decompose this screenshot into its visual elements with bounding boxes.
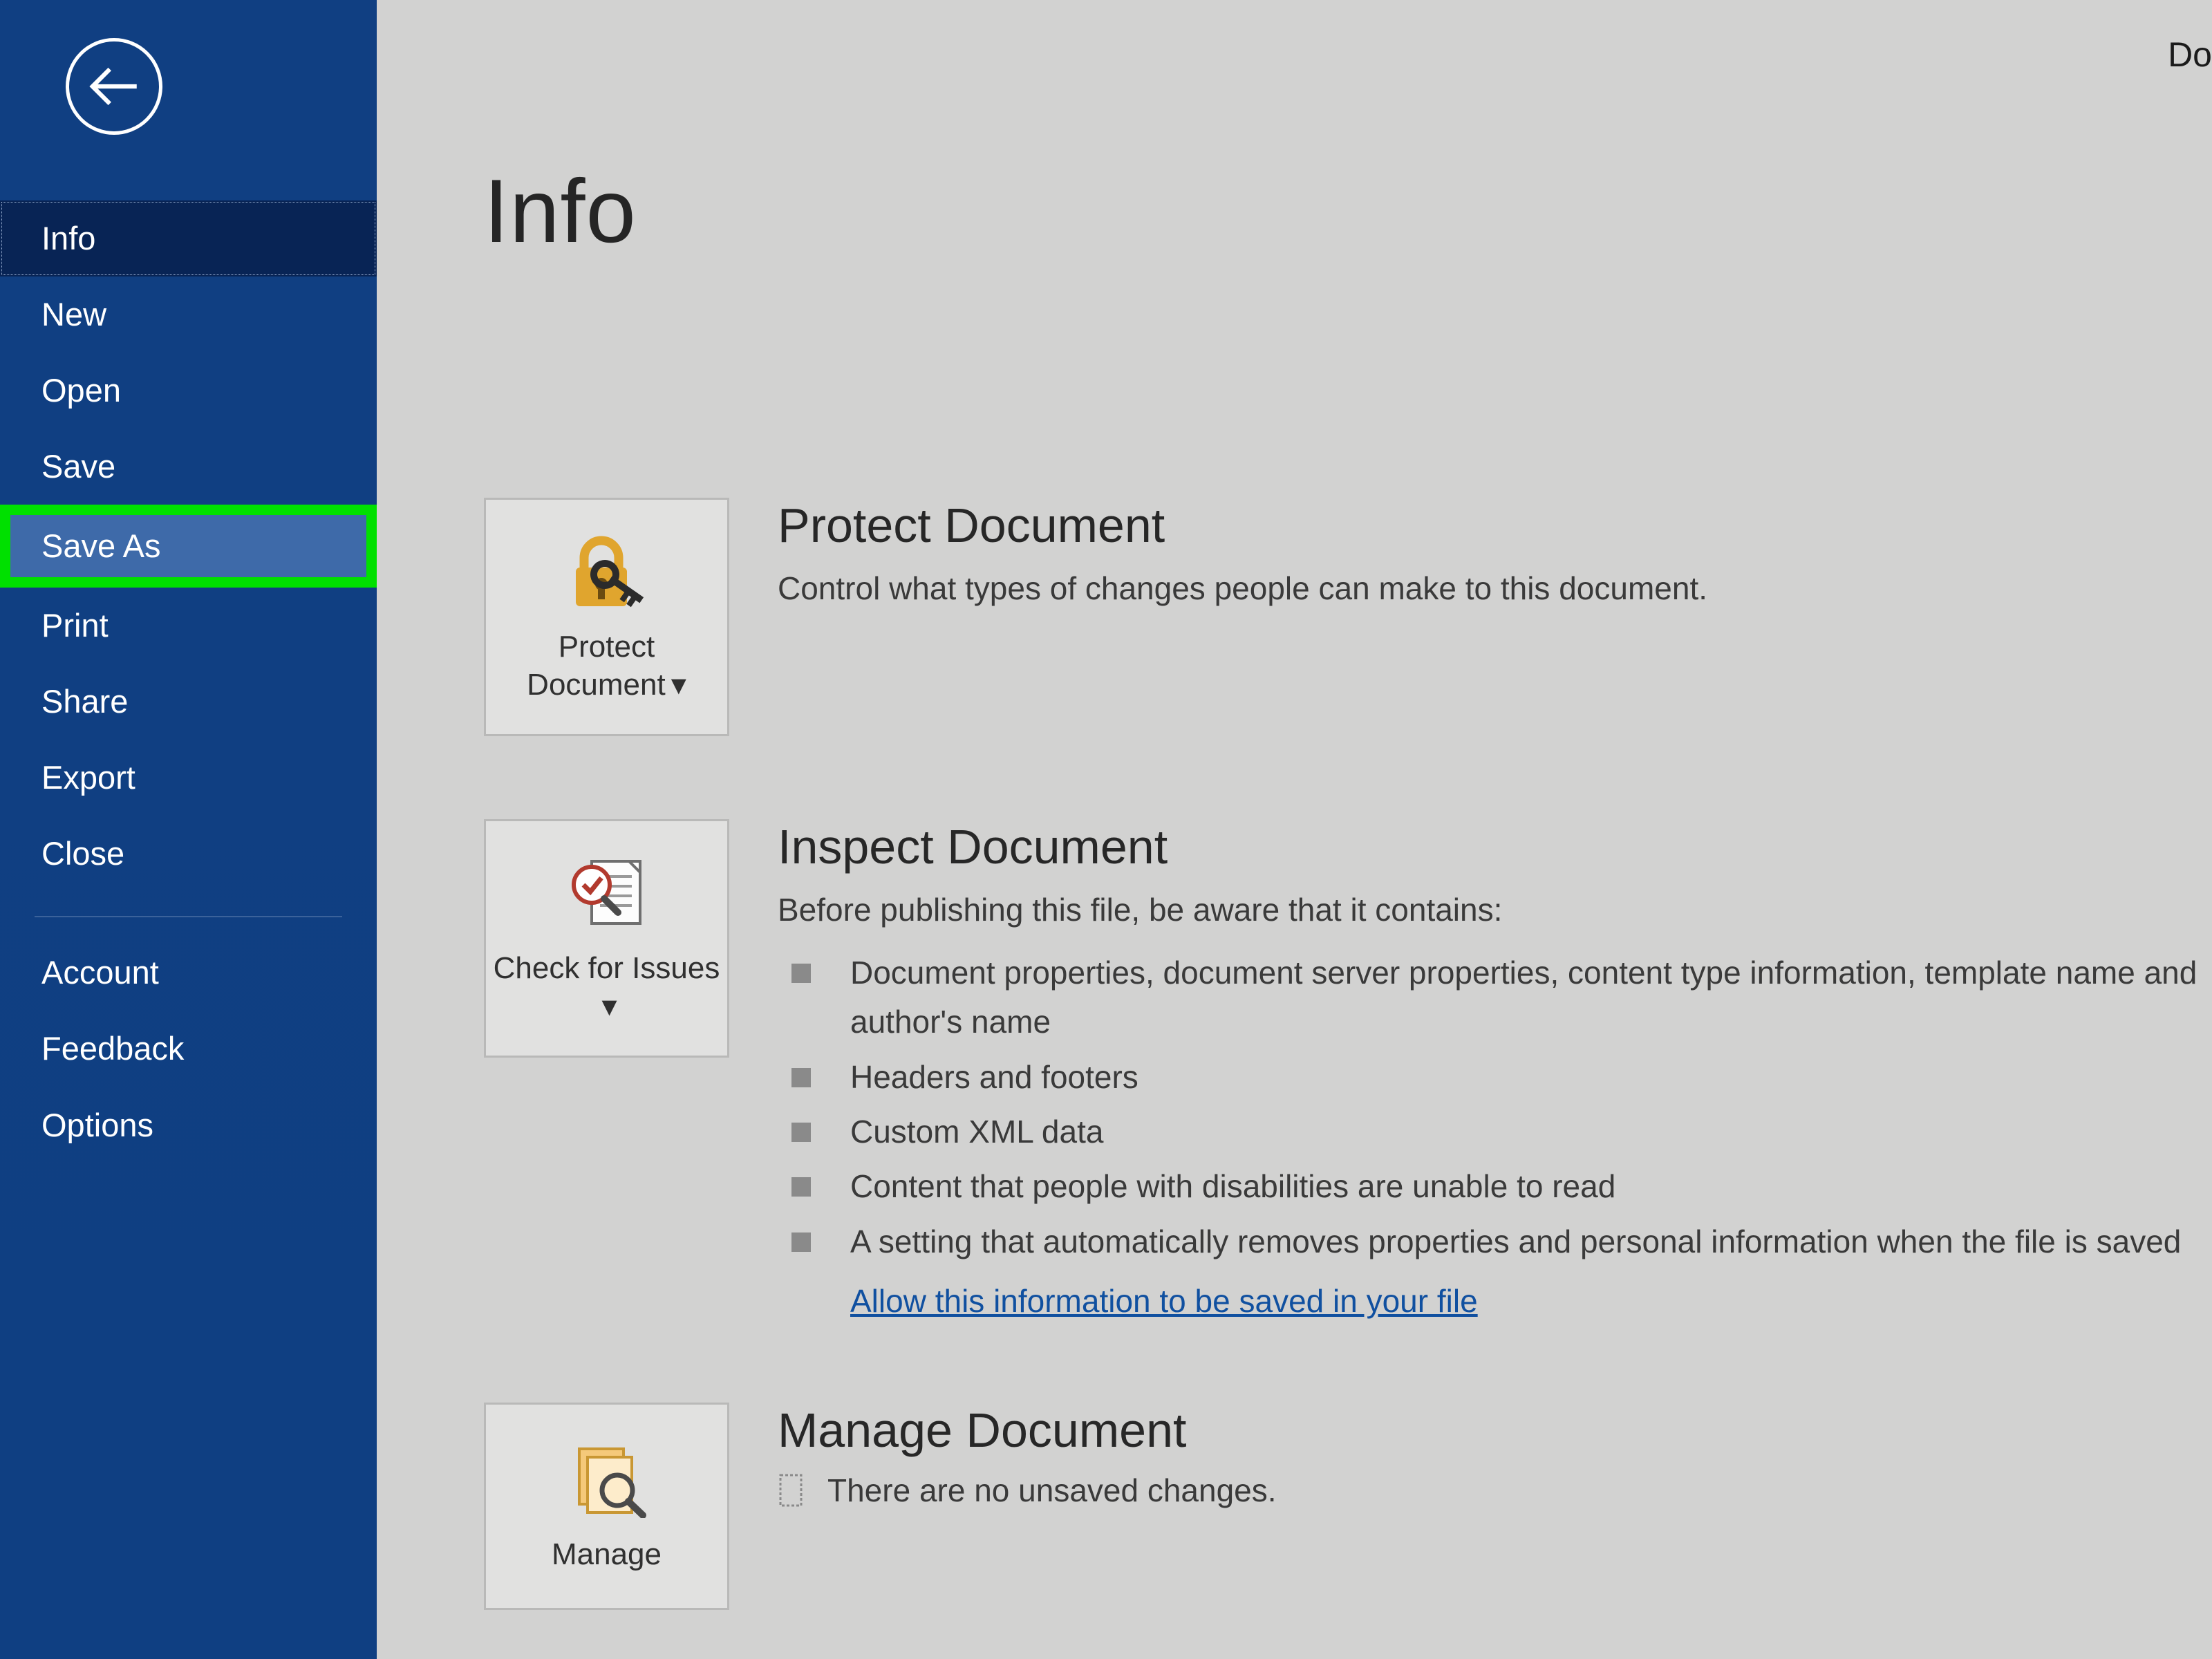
sidebar-item-open[interactable]: Open [0, 353, 377, 429]
protect-body: Protect Document Control what types of c… [778, 498, 2212, 610]
page-title: Info [484, 159, 2212, 263]
chevron-down-icon: ▾ [671, 666, 686, 704]
lock-key-icon [562, 534, 652, 610]
list-item: A setting that automatically removes pro… [778, 1217, 2198, 1266]
section-manage: Manage Manage Document There are no unsa… [484, 1403, 2212, 1610]
info-sections: Protect Document▾ Protect Document Contr… [484, 498, 2212, 1610]
inspect-heading: Inspect Document [778, 819, 2198, 874]
protect-desc: Control what types of changes people can… [778, 567, 2198, 610]
tile-label-text: Protect Document [527, 630, 666, 702]
sidebar-item-options[interactable]: Options [0, 1087, 377, 1163]
sidebar-item-print[interactable]: Print [0, 588, 377, 664]
protect-document-tile[interactable]: Protect Document▾ [484, 498, 729, 736]
sidebar-item-save-as[interactable]: Save As [10, 515, 366, 577]
documents-magnifier-icon [559, 1442, 655, 1518]
sidebar-divider [35, 916, 342, 917]
sidebar-item-share[interactable]: Share [0, 664, 377, 740]
main-panel: Do Info [377, 0, 2212, 1659]
tutorial-highlight: Save As [0, 505, 377, 588]
sidebar-item-feedback[interactable]: Feedback [0, 1011, 377, 1087]
sidebar-item-info[interactable]: Info [0, 200, 377, 276]
sidebar-item-close[interactable]: Close [0, 816, 377, 892]
tile-label-text: Manage [552, 1537, 662, 1571]
inspect-bullet-list: Document properties, document server pro… [778, 948, 2198, 1266]
list-item: Custom XML data [778, 1107, 2198, 1156]
sidebar-item-account[interactable]: Account [0, 935, 377, 1011]
tile-label: Manage [552, 1535, 662, 1573]
back-arrow-icon [87, 59, 141, 113]
section-protect: Protect Document▾ Protect Document Contr… [484, 498, 2212, 736]
manage-status-row: There are no unsaved changes. [778, 1472, 2198, 1509]
manage-heading: Manage Document [778, 1403, 2198, 1458]
sidebar-item-new[interactable]: New [0, 276, 377, 353]
protect-heading: Protect Document [778, 498, 2198, 553]
list-item: Content that people with disabilities ar… [778, 1162, 2198, 1211]
manage-body: Manage Document There are no unsaved cha… [778, 1403, 2212, 1509]
document-outline-icon [778, 1472, 807, 1508]
inspect-body: Inspect Document Before publishing this … [778, 819, 2212, 1320]
check-for-issues-tile[interactable]: Check for Issues▾ [484, 819, 729, 1058]
sidebar-item-export[interactable]: Export [0, 740, 377, 816]
sidebar: Info New Open Save Save As Print Share E… [0, 0, 377, 1659]
allow-info-link[interactable]: Allow this information to be saved in yo… [850, 1282, 1478, 1320]
manage-status-text: There are no unsaved changes. [827, 1472, 1277, 1509]
chevron-down-icon: ▾ [601, 987, 617, 1025]
tile-label: Protect Document▾ [493, 628, 720, 704]
inspect-desc: Before publishing this file, be aware th… [778, 888, 2198, 931]
back-button[interactable] [66, 38, 162, 135]
section-inspect: Check for Issues▾ Inspect Document Befor… [484, 819, 2212, 1320]
list-item: Document properties, document server pro… [778, 948, 2198, 1047]
list-item: Headers and footers [778, 1053, 2198, 1102]
backstage-view: Info New Open Save Save As Print Share E… [0, 0, 2212, 1659]
manage-document-tile[interactable]: Manage [484, 1403, 729, 1610]
document-title-fragment: Do [2168, 35, 2212, 75]
tile-label: Check for Issues▾ [493, 949, 720, 1025]
document-check-magnifier-icon [559, 856, 655, 932]
tile-label-text: Check for Issues [494, 951, 720, 985]
sidebar-item-save[interactable]: Save [0, 429, 377, 505]
sidebar-nav: Info New Open Save Save As Print Share E… [0, 200, 377, 1163]
